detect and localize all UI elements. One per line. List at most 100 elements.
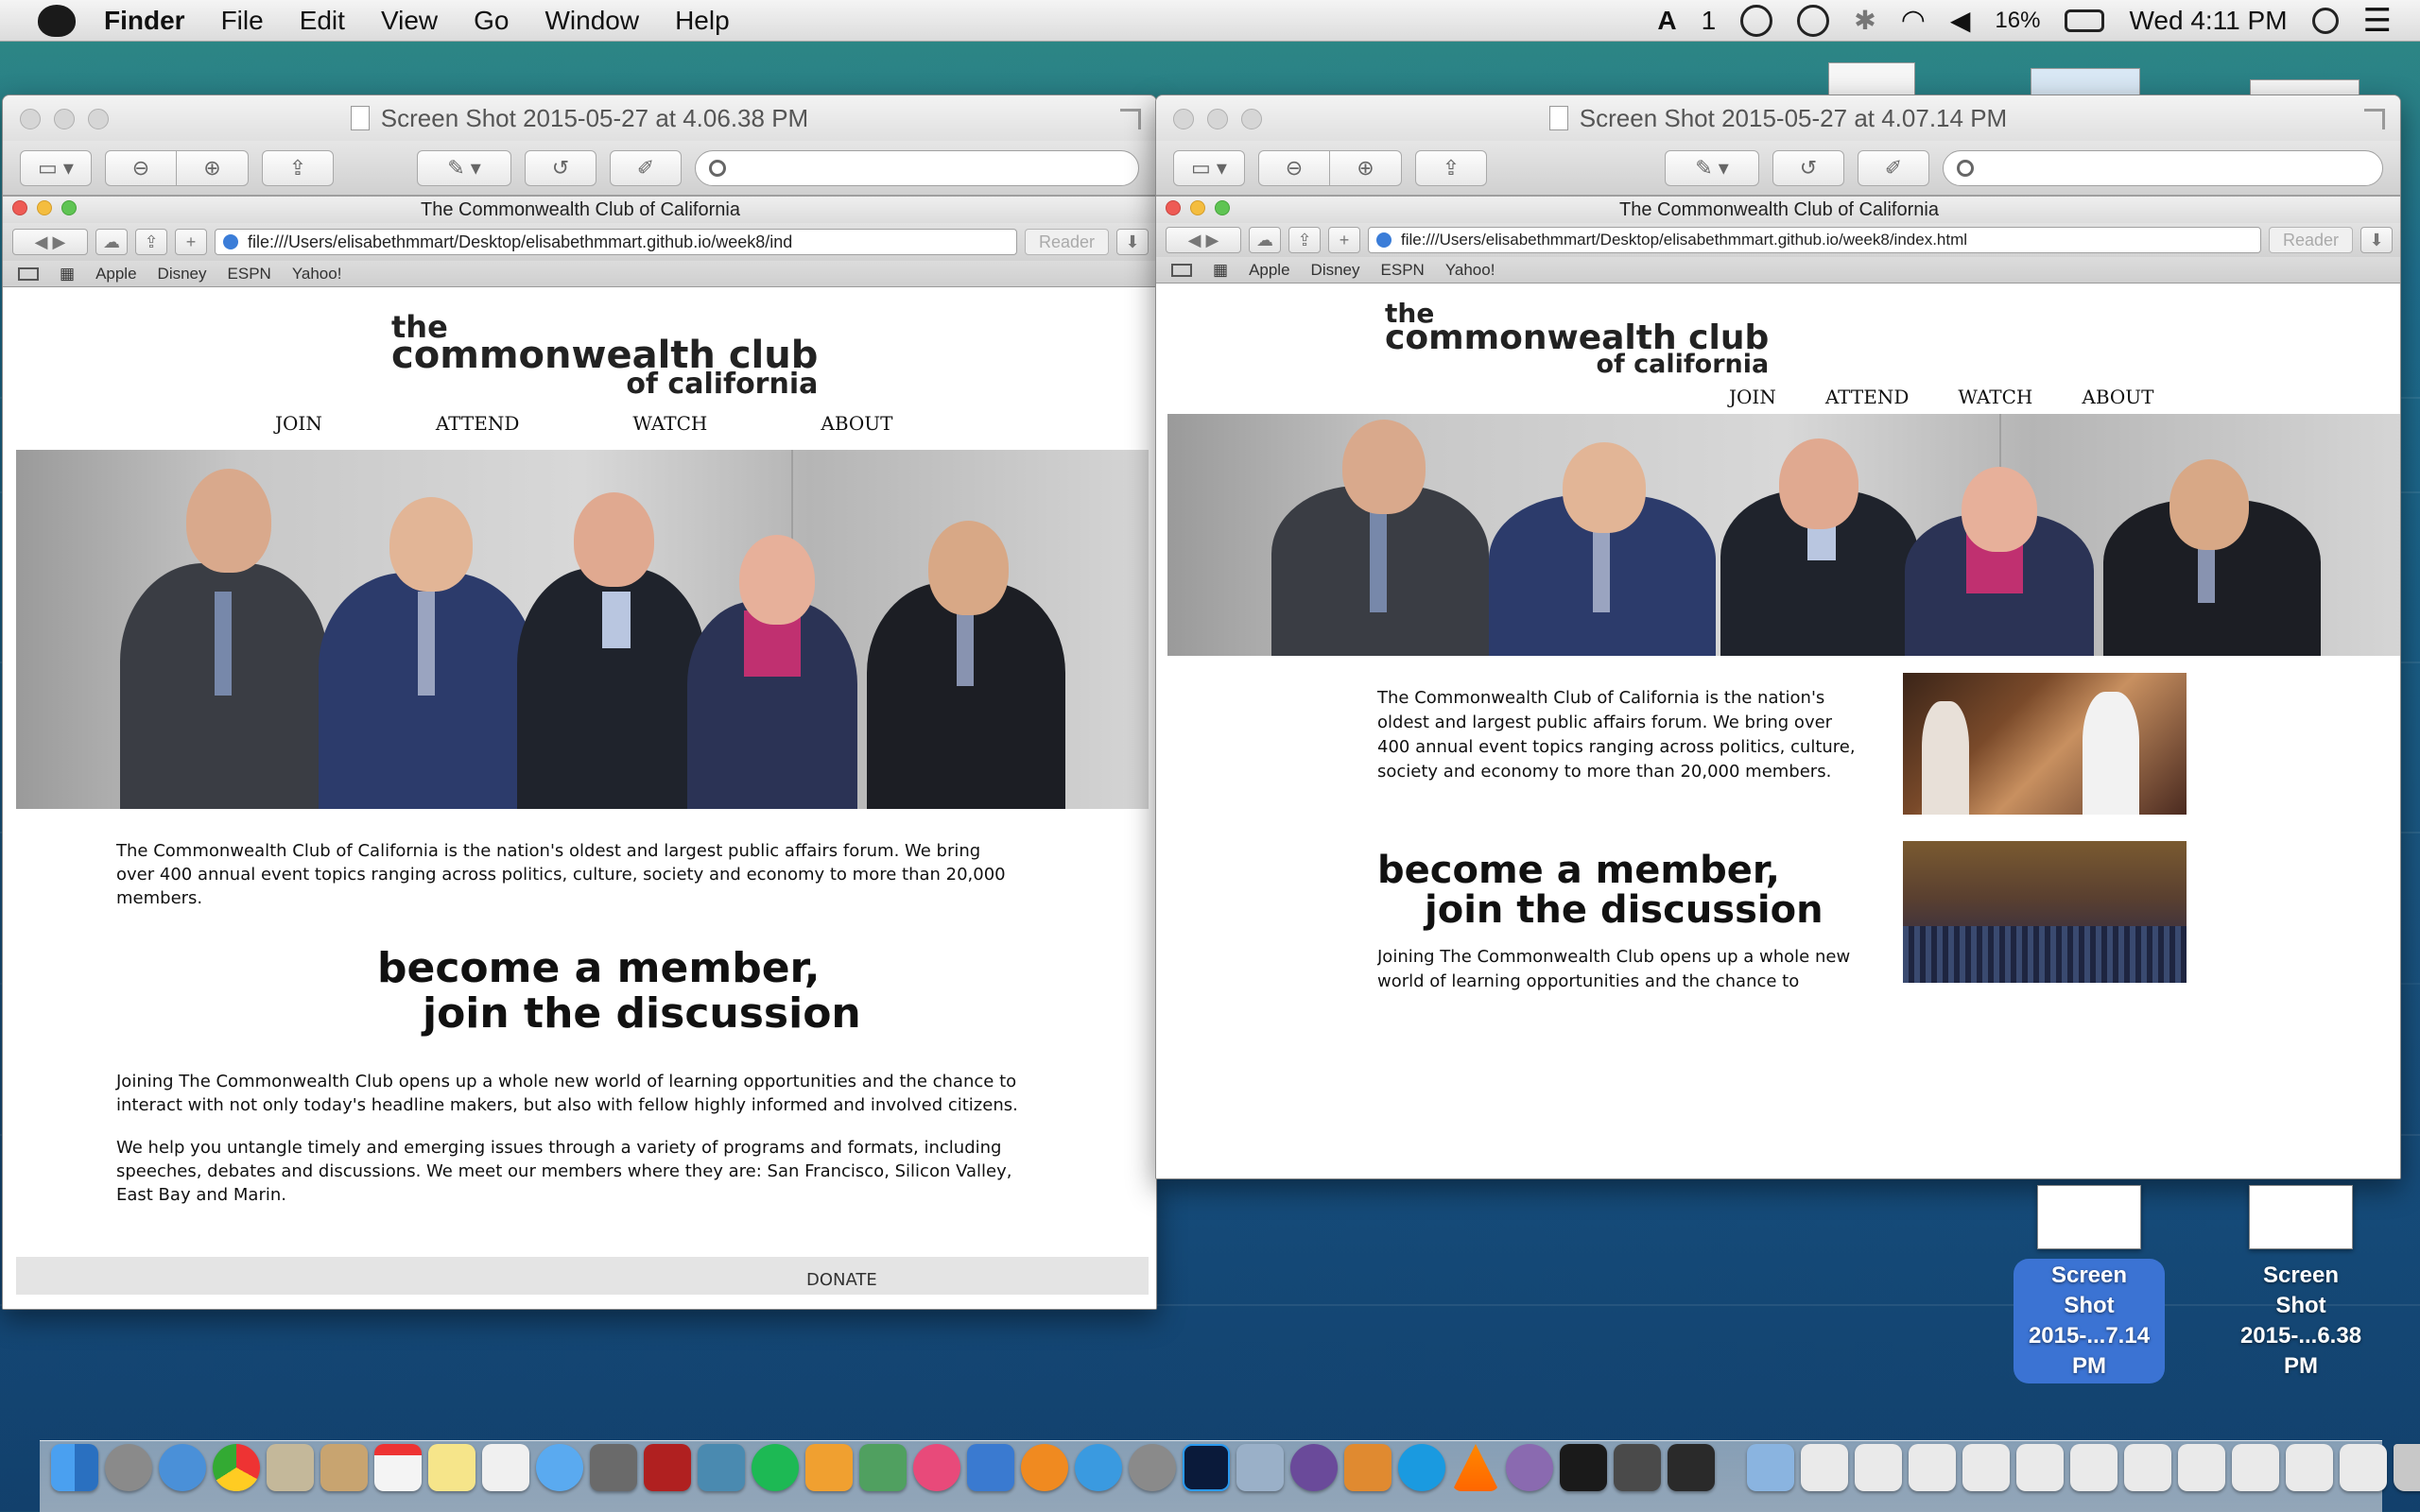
top-sites-icon: ▦ [1213,260,1229,279]
bittorrent-icon[interactable] [1506,1444,1553,1491]
window-title: Screen Shot 2015-05-27 at 4.06.38 PM [380,103,809,132]
annotate-button[interactable]: ✎ ▾ [417,149,511,186]
unknown-app-icon[interactable] [1668,1444,1715,1491]
desktop-file-screenshot-638[interactable]: Screen Shot 2015-...6.38 PM [2225,1185,2377,1383]
folder-icon[interactable] [1962,1444,2010,1491]
menu-app-name[interactable]: Finder [104,6,185,36]
folder-icon[interactable] [1855,1444,1902,1491]
share-button[interactable]: ⇪ [1415,149,1487,186]
itunes-icon[interactable] [913,1444,960,1491]
keynote-icon[interactable] [967,1444,1014,1491]
footer-bar: DONATE [16,1257,1149,1295]
pages-icon[interactable] [805,1444,853,1491]
trash-icon[interactable] [2394,1444,2420,1491]
sublime-icon[interactable] [1344,1444,1392,1491]
terminal-icon[interactable] [1560,1444,1607,1491]
zoom-out-button[interactable]: ⊖ [105,149,177,186]
battery-icon[interactable] [2065,9,2105,32]
edit-toolbar-button[interactable]: ✐ [1858,149,1929,186]
folder-icon[interactable] [2070,1444,2118,1491]
zoom-button[interactable] [88,109,109,129]
folder-icon[interactable] [2232,1444,2279,1491]
spotlight-icon[interactable] [2311,7,2339,34]
bookmark-espn: ESPN [227,264,271,283]
search-input[interactable] [1943,149,2383,186]
volume-icon[interactable]: ◀ [1950,5,1971,36]
contacts-icon[interactable] [320,1444,368,1491]
minimize-button[interactable] [1207,109,1228,129]
zoom-out-button[interactable]: ⊖ [1258,149,1330,186]
photo-booth-icon[interactable] [644,1444,691,1491]
site-nav: JOIN ATTEND WATCH ABOUT [1729,386,2153,408]
sidebar-view-button[interactable]: ▭ ▾ [20,149,92,186]
clock[interactable]: Wed 4:11 PM [2129,6,2287,36]
creative-cloud-icon[interactable] [1740,4,1773,37]
close-button[interactable] [1173,109,1194,129]
globe-icon [223,234,238,249]
menu-file[interactable]: File [221,6,264,36]
share-button[interactable]: ⇪ [262,149,334,186]
system-preferences-icon[interactable] [1129,1444,1176,1491]
spotify-icon[interactable] [752,1444,799,1491]
mail-icon[interactable] [267,1444,314,1491]
safari-icon[interactable] [159,1444,206,1491]
notes-icon[interactable] [428,1444,475,1491]
iphoto-icon[interactable] [698,1444,745,1491]
close-button[interactable] [20,109,41,129]
apple-icon[interactable] [38,4,76,37]
menu-view[interactable]: View [381,6,438,36]
zoom-in-button[interactable]: ⊕ [177,149,249,186]
folder-icon[interactable] [2286,1444,2333,1491]
folder-icon[interactable] [2016,1444,2064,1491]
photoshop-icon[interactable] [1183,1444,1230,1491]
bluetooth-icon[interactable]: ✱ [1854,5,1876,36]
chrome-icon[interactable] [213,1444,260,1491]
launchpad-icon[interactable] [105,1444,152,1491]
finder-icon[interactable] [51,1444,98,1491]
folder-icon[interactable] [2124,1444,2171,1491]
messages-icon[interactable] [536,1444,583,1491]
folder-icon[interactable] [1801,1444,1848,1491]
search-input[interactable] [695,149,1139,186]
numbers-icon[interactable] [859,1444,907,1491]
preview-titlebar[interactable]: Screen Shot 2015-05-27 at 4.06.38 PM [3,95,1156,141]
menu-go[interactable]: Go [474,6,509,36]
adobe-icon[interactable]: A [1657,6,1676,36]
facetime-icon[interactable] [590,1444,637,1491]
file-name-line1: Screen Shot [2262,1263,2340,1318]
file-thumbnail [2037,1185,2141,1249]
rotate-button[interactable]: ↺ [1772,149,1844,186]
menu-edit[interactable]: Edit [300,6,345,36]
preview-titlebar[interactable]: Screen Shot 2015-05-27 at 4.07.14 PM [1156,95,2400,141]
reminders-icon[interactable] [482,1444,529,1491]
wifi-icon[interactable]: ◠ [1901,4,1926,37]
menu-window[interactable]: Window [544,6,639,36]
github-icon[interactable] [1290,1444,1338,1491]
folder-icon[interactable] [2340,1444,2387,1491]
minimize-button[interactable] [54,109,75,129]
notification-center-icon[interactable]: ☰ [2363,2,2392,40]
folder-icon[interactable] [1747,1444,1794,1491]
sidebar-view-button[interactable]: ▭ ▾ [1173,149,1245,186]
ibooks-icon[interactable] [1021,1444,1068,1491]
annotate-button[interactable]: ✎ ▾ [1665,149,1759,186]
fullscreen-icon[interactable] [2364,109,2385,129]
time-machine-icon[interactable] [1797,4,1830,37]
safari-close-button [12,200,27,215]
vlc-icon[interactable] [1452,1444,1499,1491]
app-store-icon[interactable] [1075,1444,1122,1491]
calendar-icon[interactable] [374,1444,422,1491]
desktop-file-screenshot-714[interactable]: Screen Shot 2015-...7.14 PM [2014,1185,2165,1383]
fullscreen-icon[interactable] [1120,109,1141,129]
folder-icon[interactable] [2178,1444,2225,1491]
menu-help[interactable]: Help [675,6,730,36]
folder-icon[interactable] [1909,1444,1956,1491]
x11-icon[interactable] [1614,1444,1661,1491]
skype-icon[interactable] [1398,1444,1445,1491]
zoom-in-button[interactable]: ⊕ [1330,149,1402,186]
safari-titlebar: The Commonwealth Club of California [3,197,1156,223]
preview-icon[interactable] [1236,1444,1284,1491]
rotate-button[interactable]: ↺ [525,149,596,186]
edit-toolbar-button[interactable]: ✐ [610,149,682,186]
zoom-button[interactable] [1241,109,1262,129]
